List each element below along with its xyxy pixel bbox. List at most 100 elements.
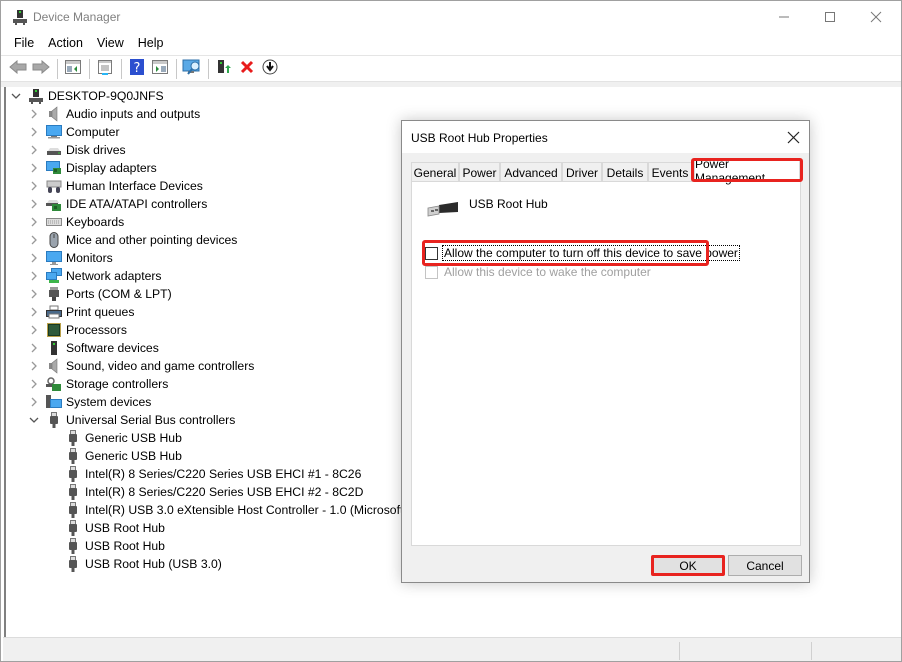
minimize-button[interactable] bbox=[761, 1, 807, 33]
tree-item-label: Display adapters bbox=[66, 161, 157, 175]
tree-category[interactable]: Disk drives bbox=[28, 141, 126, 159]
update-driver-button[interactable] bbox=[213, 58, 234, 80]
chevron-right-icon[interactable] bbox=[28, 195, 40, 213]
svg-text:?: ? bbox=[133, 61, 140, 75]
properties-button[interactable] bbox=[94, 58, 115, 80]
ok-button[interactable]: OK bbox=[651, 555, 725, 576]
allow-turn-off-checkbox[interactable] bbox=[425, 246, 438, 260]
tree-device[interactable]: Intel(R) 8 Series/C220 Series USB EHCI #… bbox=[47, 483, 363, 501]
tree-category[interactable]: Storage controllers bbox=[28, 375, 168, 393]
chevron-right-icon[interactable] bbox=[28, 375, 40, 393]
window-title: Device Manager bbox=[33, 10, 121, 24]
tree-device[interactable]: Generic USB Hub bbox=[47, 447, 182, 465]
tree-category[interactable]: Processors bbox=[28, 321, 127, 339]
chevron-down-icon[interactable] bbox=[28, 411, 40, 429]
allow-turn-off-label[interactable]: Allow the computer to turn off this devi… bbox=[442, 245, 740, 261]
tree-category[interactable]: Monitors bbox=[28, 249, 113, 267]
tab-driver[interactable]: Driver bbox=[562, 162, 602, 182]
tree-category[interactable]: Print queues bbox=[28, 303, 134, 321]
chevron-right-icon[interactable] bbox=[28, 105, 40, 123]
tree-device[interactable]: USB Root Hub bbox=[47, 519, 165, 537]
chevron-right-icon[interactable] bbox=[28, 339, 40, 357]
tree-item-label: Ports (COM & LPT) bbox=[66, 287, 172, 301]
tree-device[interactable]: USB Root Hub (USB 3.0) bbox=[47, 555, 222, 573]
status-bar bbox=[3, 637, 901, 661]
chevron-right-icon[interactable] bbox=[28, 141, 40, 159]
tree-category[interactable]: Keyboards bbox=[28, 213, 124, 231]
chevron-right-icon[interactable] bbox=[28, 213, 40, 231]
usb-icon bbox=[65, 502, 81, 518]
forward-button[interactable] bbox=[30, 58, 51, 80]
hid-icon bbox=[46, 178, 62, 194]
tab-general[interactable]: General bbox=[411, 162, 459, 182]
tree-device[interactable]: Intel(R) USB 3.0 eXtensible Host Control… bbox=[47, 501, 407, 519]
tree-category[interactable]: Computer bbox=[28, 123, 120, 141]
tree-category[interactable]: Sound, video and game controllers bbox=[28, 357, 254, 375]
chevron-right-icon[interactable] bbox=[28, 393, 40, 411]
tree-category[interactable]: Human Interface Devices bbox=[28, 177, 203, 195]
show-hide-console-tree-button[interactable] bbox=[62, 58, 83, 80]
scan-hardware-changes-button[interactable] bbox=[181, 58, 202, 80]
chevron-right-icon[interactable] bbox=[28, 303, 40, 321]
tree-category[interactable]: Software devices bbox=[28, 339, 159, 357]
menu-action[interactable]: Action bbox=[41, 33, 90, 54]
allow-wake-label: Allow this device to wake the computer bbox=[444, 265, 651, 279]
device-name: USB Root Hub bbox=[469, 197, 548, 211]
tab-events[interactable]: Events bbox=[648, 162, 692, 182]
close-button[interactable] bbox=[853, 1, 899, 33]
toolbar-separator bbox=[176, 58, 177, 79]
tree-category[interactable]: Universal Serial Bus controllers bbox=[28, 411, 235, 429]
chevron-right-icon[interactable] bbox=[28, 123, 40, 141]
tree-category[interactable]: Ports (COM & LPT) bbox=[28, 285, 172, 303]
tree-item-label: Human Interface Devices bbox=[66, 179, 203, 193]
dialog-title-bar: USB Root Hub Properties bbox=[402, 121, 809, 153]
tree-device[interactable]: Intel(R) 8 Series/C220 Series USB EHCI #… bbox=[47, 465, 361, 483]
uninstall-device-button[interactable] bbox=[236, 58, 257, 80]
tree-device[interactable]: USB Root Hub bbox=[47, 537, 165, 555]
tree-category[interactable]: System devices bbox=[28, 393, 151, 411]
maximize-button[interactable] bbox=[807, 1, 853, 33]
tree-item-label: USB Root Hub bbox=[85, 521, 165, 535]
chevron-down-icon[interactable] bbox=[10, 87, 22, 105]
status-divider bbox=[679, 642, 680, 660]
chevron-right-icon[interactable] bbox=[28, 285, 40, 303]
tree-device[interactable]: Generic USB Hub bbox=[47, 429, 182, 447]
help-icon: ? bbox=[129, 59, 144, 78]
menu-file[interactable]: File bbox=[1, 33, 41, 54]
device-manager-icon bbox=[12, 9, 28, 25]
tab-details[interactable]: Details bbox=[602, 162, 648, 182]
chevron-right-icon[interactable] bbox=[28, 357, 40, 375]
chevron-right-icon[interactable] bbox=[28, 177, 40, 195]
help-button[interactable]: ? bbox=[126, 58, 147, 80]
toolbar-separator bbox=[57, 58, 58, 79]
tab-power-management[interactable]: Power Management bbox=[694, 157, 800, 185]
disable-device-button[interactable] bbox=[259, 58, 280, 80]
chevron-right-icon[interactable] bbox=[28, 267, 40, 285]
menu-help[interactable]: Help bbox=[131, 33, 171, 54]
chevron-right-icon[interactable] bbox=[28, 249, 40, 267]
tree-item-label: Storage controllers bbox=[66, 377, 169, 391]
toolbar-separator bbox=[121, 58, 122, 79]
storage-controller-icon bbox=[46, 376, 62, 392]
printer-icon bbox=[46, 304, 62, 320]
allow-wake-checkbox bbox=[425, 265, 438, 279]
chevron-right-icon[interactable] bbox=[28, 231, 40, 249]
tab-power[interactable]: Power bbox=[459, 162, 500, 182]
back-button[interactable] bbox=[7, 58, 28, 80]
tree-item-label: Software devices bbox=[66, 341, 159, 355]
dialog-close-button[interactable] bbox=[782, 127, 804, 147]
tree-category[interactable]: IDE ATA/ATAPI controllers bbox=[28, 195, 207, 213]
port-icon bbox=[46, 286, 62, 302]
chevron-right-icon[interactable] bbox=[28, 321, 40, 339]
tree-category[interactable]: Mice and other pointing devices bbox=[28, 231, 237, 249]
show-hide-action-pane-button[interactable] bbox=[149, 58, 170, 80]
tree-category[interactable]: Network adapters bbox=[28, 267, 162, 285]
menu-view[interactable]: View bbox=[90, 33, 131, 54]
allow-turn-off-option[interactable]: Allow the computer to turn off this devi… bbox=[425, 245, 740, 261]
tree-category[interactable]: Display adapters bbox=[28, 159, 157, 177]
tree-root[interactable]: DESKTOP-9Q0JNFS bbox=[10, 87, 164, 105]
chevron-right-icon[interactable] bbox=[28, 159, 40, 177]
tab-advanced[interactable]: Advanced bbox=[500, 162, 562, 182]
cancel-button[interactable]: Cancel bbox=[728, 555, 802, 576]
tree-category[interactable]: Audio inputs and outputs bbox=[28, 105, 200, 123]
